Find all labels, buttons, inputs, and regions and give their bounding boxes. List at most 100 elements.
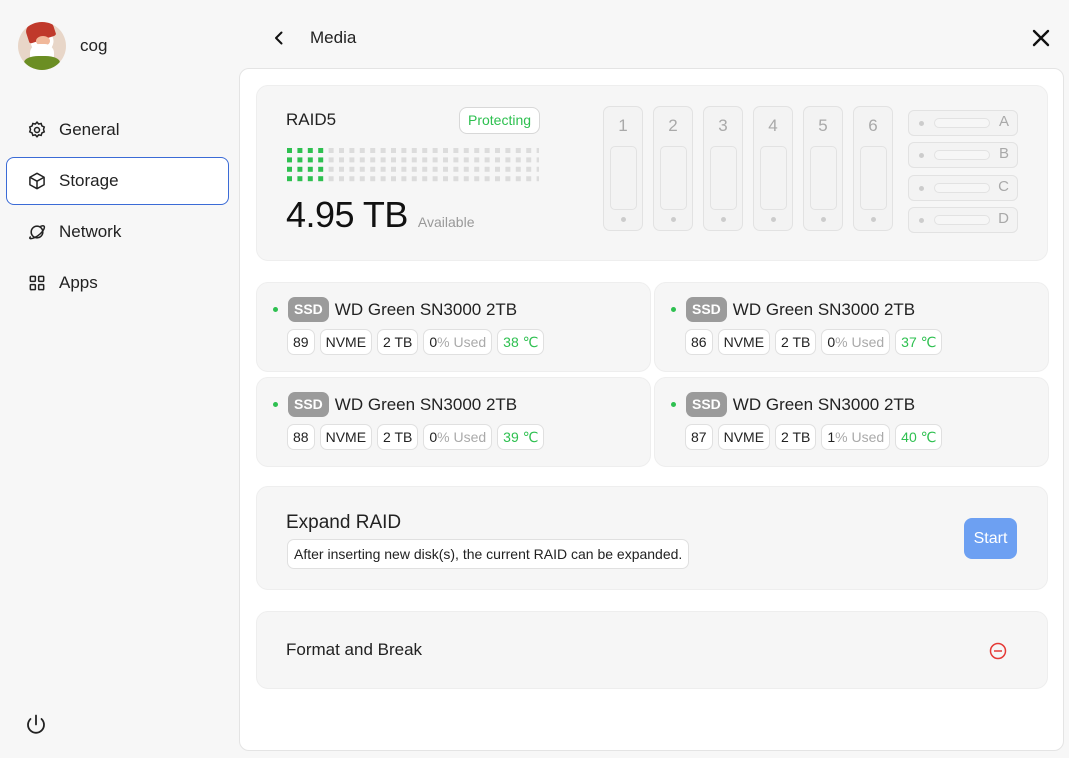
usage-dot <box>287 166 292 172</box>
usage-dot <box>307 148 313 153</box>
disk-name: WD Green SN3000 2TB <box>334 394 518 414</box>
usage-dot <box>307 157 313 163</box>
used-tag: 0% Used <box>423 424 493 450</box>
user-profile[interactable]: cog <box>18 22 107 70</box>
status-dot <box>671 307 676 312</box>
apps-grid-icon <box>29 275 45 291</box>
bay-number: 5 <box>818 116 828 135</box>
planet-icon <box>29 225 46 240</box>
status-dot <box>273 402 278 407</box>
usage-dot <box>474 176 480 182</box>
interface-tag: NVME <box>319 424 373 450</box>
usage-dot <box>484 157 490 163</box>
minus-circle-icon[interactable] <box>989 642 1007 660</box>
usage-dot <box>339 166 344 172</box>
usage-dot <box>526 157 532 163</box>
usage-dot <box>318 176 324 182</box>
usage-dot <box>411 166 417 172</box>
usage-dot <box>432 166 438 172</box>
usage-dot <box>297 176 303 182</box>
usage-dot <box>328 148 334 153</box>
m2-slot[interactable]: C <box>908 175 1018 201</box>
drive-bay[interactable]: 1 <box>603 106 643 231</box>
usage-dot <box>453 176 459 182</box>
sidebar-item-general[interactable]: General <box>6 106 229 154</box>
usage-dot <box>536 166 539 172</box>
usage-dot <box>432 176 438 182</box>
ssd-badge: SSD <box>686 392 727 417</box>
disk-card[interactable]: SSD WD Green SN3000 2TB 89 NVME 2 TB 0% … <box>256 282 651 372</box>
usage-dot <box>432 157 438 163</box>
sidebar-item-apps[interactable]: Apps <box>6 259 229 307</box>
usage-dot <box>422 176 428 182</box>
usage-dot <box>443 148 448 153</box>
status-dot <box>671 402 676 407</box>
bay-led <box>871 217 876 222</box>
usage-dot <box>380 176 386 182</box>
raid-name: RAID5 <box>286 110 337 129</box>
usage-dot <box>411 176 417 182</box>
health-tag: 86 <box>685 329 713 355</box>
power-icon[interactable] <box>24 713 48 737</box>
health-tag: 89 <box>287 329 315 355</box>
usage-dot <box>401 176 407 182</box>
usage-dot <box>443 176 448 182</box>
usage-dot <box>453 166 459 172</box>
usage-dot <box>515 166 521 172</box>
size-tag: 2 TB <box>775 329 817 355</box>
usage-dot <box>318 157 324 163</box>
usage-dot <box>391 166 396 172</box>
usage-dot <box>526 148 532 153</box>
m2-slot[interactable]: B <box>908 142 1018 168</box>
expand-raid-title: Expand RAID <box>286 512 402 533</box>
usage-dot <box>307 166 313 172</box>
drive-bay[interactable]: 3 <box>703 106 743 231</box>
m2-slot[interactable]: D <box>908 207 1018 233</box>
usage-dot <box>380 166 386 172</box>
temperature-tag: 37 ℃ <box>895 329 943 355</box>
usage-dot <box>411 148 417 153</box>
sidebar-item-label: Network <box>59 222 122 241</box>
usage-dot <box>463 148 469 153</box>
usage-dot <box>391 148 396 153</box>
usage-dot <box>484 148 490 153</box>
raid-card: RAID5 Protecting 4.95 TB Available 1 2 3… <box>256 85 1048 261</box>
usage-dot <box>484 166 490 172</box>
slot-label: A <box>998 113 1009 130</box>
usage-dot <box>370 148 376 153</box>
close-icon[interactable] <box>1029 26 1053 50</box>
usage-dot <box>432 148 438 153</box>
bay-number: 4 <box>768 116 778 135</box>
expand-raid-card: Expand RAID After inserting new disk(s),… <box>256 486 1048 590</box>
disk-card[interactable]: SSD WD Green SN3000 2TB 88 NVME 2 TB 0% … <box>256 377 651 467</box>
disk-card[interactable]: SSD WD Green SN3000 2TB 86 NVME 2 TB 0% … <box>654 282 1049 372</box>
usage-dot <box>526 176 532 182</box>
drive-bay[interactable]: 5 <box>803 106 843 231</box>
slot-label: C <box>998 178 1009 195</box>
format-break-card[interactable]: Format and Break <box>256 611 1048 689</box>
usage-dot <box>401 157 407 163</box>
temperature-tag: 39 ℃ <box>497 424 545 450</box>
usage-dot <box>422 166 428 172</box>
drive-bay[interactable]: 2 <box>653 106 693 231</box>
sidebar-item-network[interactable]: Network <box>6 208 229 256</box>
m2-slot[interactable]: A <box>908 110 1018 136</box>
drive-bay[interactable]: 6 <box>853 106 893 231</box>
interface-tag: NVME <box>717 424 771 450</box>
usage-dot <box>339 148 344 153</box>
temperature-tag: 40 ℃ <box>895 424 943 450</box>
start-button[interactable]: Start <box>964 518 1017 559</box>
usage-dot <box>453 157 459 163</box>
usage-dot <box>391 157 396 163</box>
usage-dot <box>359 148 365 153</box>
sidebar-item-storage[interactable]: Storage <box>6 157 229 205</box>
usage-dot-grid <box>287 148 539 182</box>
usage-dot <box>339 176 344 182</box>
usage-dot <box>536 148 539 153</box>
drive-bay[interactable]: 4 <box>753 106 793 231</box>
usage-dot <box>536 176 539 182</box>
back-button[interactable] <box>268 27 290 49</box>
usage-dot <box>349 157 355 163</box>
usage-dot <box>380 157 386 163</box>
disk-card[interactable]: SSD WD Green SN3000 2TB 87 NVME 2 TB 1% … <box>654 377 1049 467</box>
